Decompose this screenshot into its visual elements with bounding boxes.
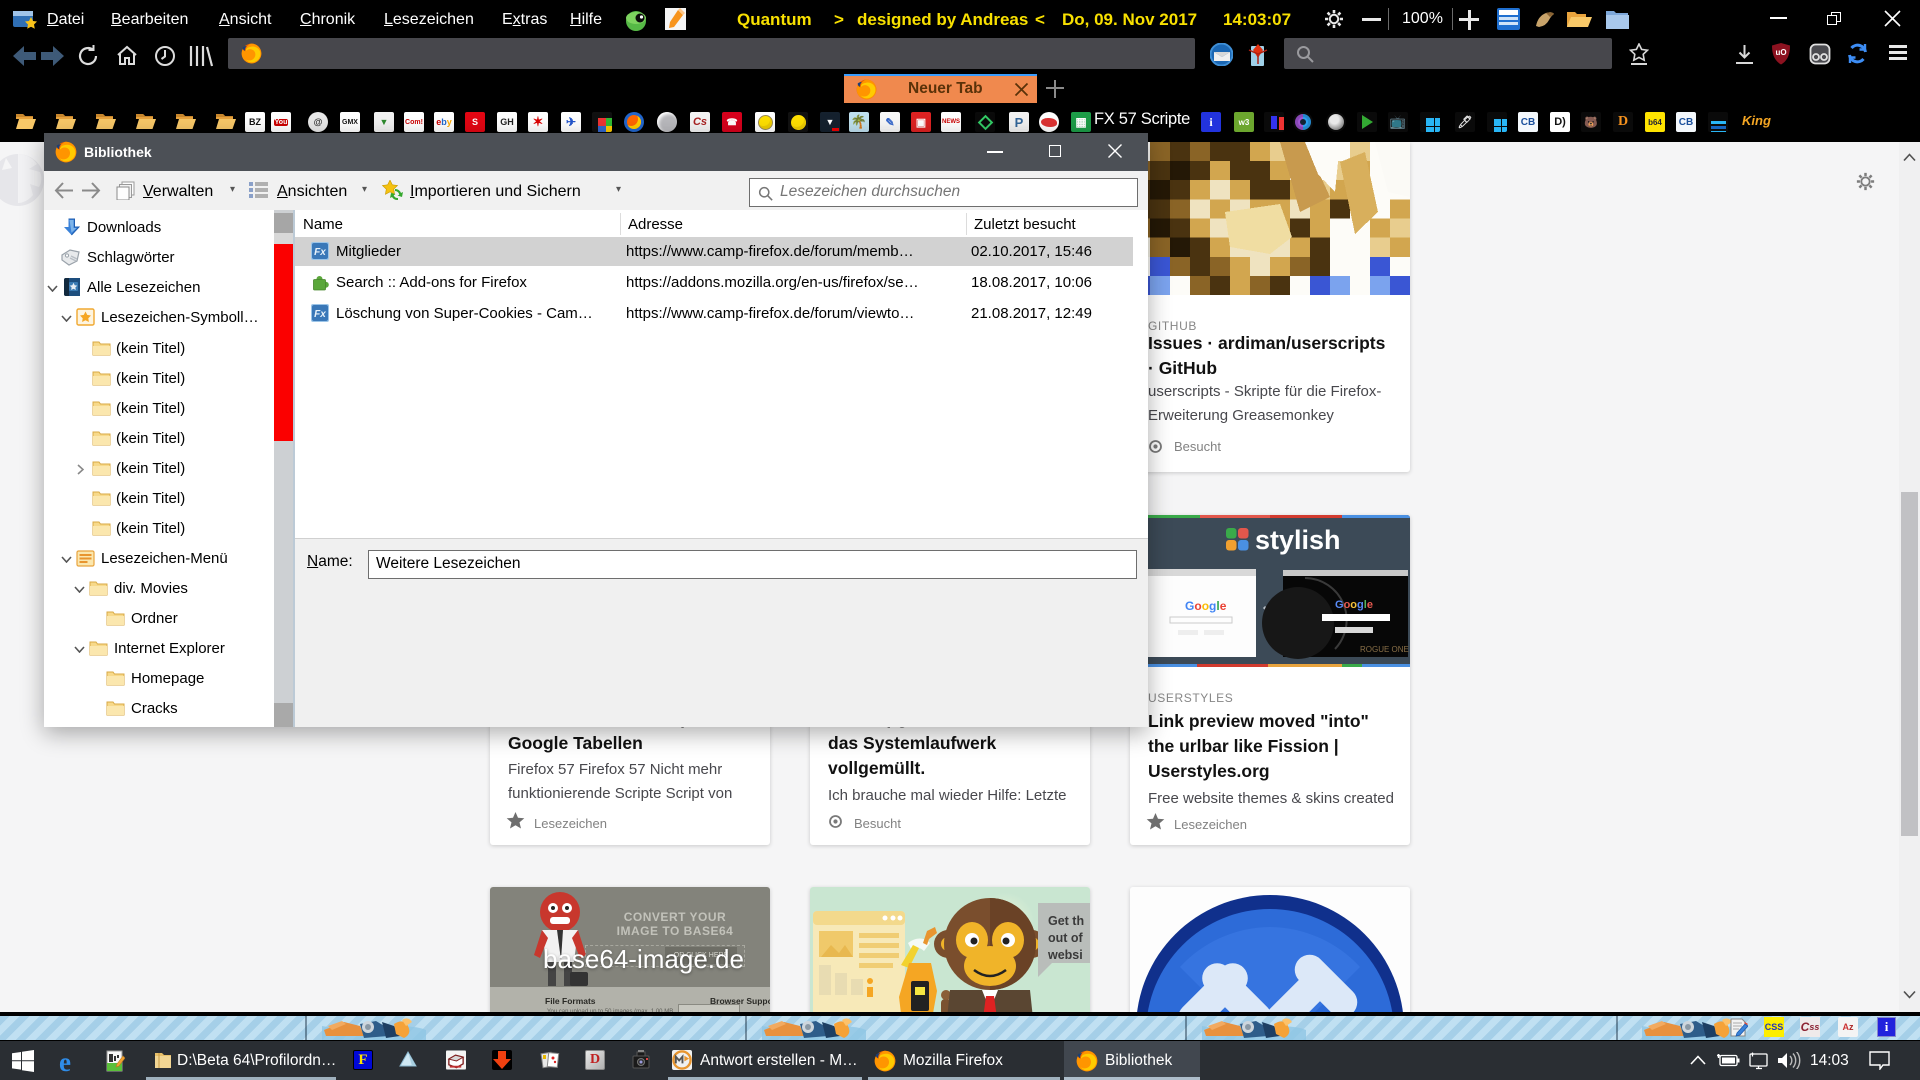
svg-text:uO: uO (1775, 48, 1786, 57)
svg-text:ROGUE ONE: ROGUE ONE (1360, 645, 1409, 654)
svg-text:Google: Google (1185, 599, 1227, 613)
svg-text:Google: Google (1335, 599, 1373, 611)
svg-text:stylish: stylish (1255, 525, 1341, 555)
svg-text:Fx: Fx (314, 309, 326, 320)
svg-text:Fx: Fx (314, 247, 326, 258)
